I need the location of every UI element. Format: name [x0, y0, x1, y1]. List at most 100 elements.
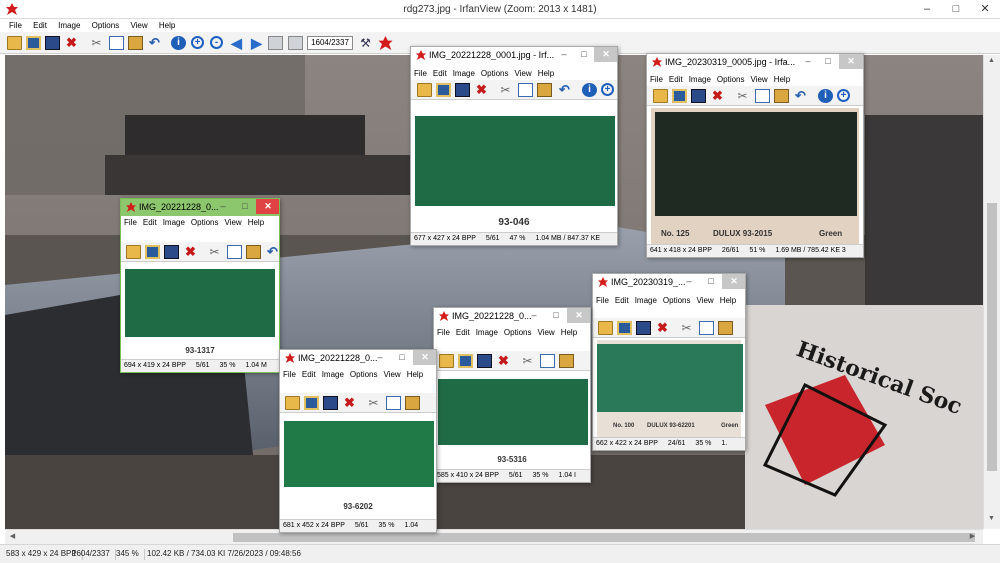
paste-icon[interactable]	[537, 83, 552, 97]
menu-file[interactable]: File	[414, 68, 427, 79]
menu-edit[interactable]: Edit	[433, 68, 447, 79]
slideshow-icon[interactable]	[145, 245, 160, 259]
cut-icon[interactable]: ✂	[520, 354, 535, 368]
copy-icon[interactable]	[227, 245, 242, 259]
menu-image[interactable]: Image	[322, 369, 344, 380]
undo-icon[interactable]: ↶	[793, 89, 808, 103]
slideshow-icon[interactable]	[26, 36, 41, 50]
copy-icon[interactable]	[699, 321, 714, 335]
paste-icon[interactable]	[405, 396, 420, 410]
delete-icon[interactable]: ✖	[183, 245, 198, 259]
menu-view[interactable]: View	[130, 19, 147, 32]
menu-edit[interactable]: Edit	[33, 19, 47, 32]
maximize-button[interactable]: □	[545, 308, 567, 323]
image-window[interactable]: IMG_20221228_0... – □ ✕ File Edit Image Opt…	[120, 198, 280, 373]
maximize-button[interactable]: □	[700, 274, 722, 289]
scroll-up-icon[interactable]: ▲	[984, 57, 999, 64]
menu-edit[interactable]: Edit	[302, 369, 316, 380]
menu-options[interactable]: Options	[663, 295, 691, 306]
cut-icon[interactable]: ✂	[207, 245, 222, 259]
open-folder-icon[interactable]	[7, 36, 22, 50]
menu-help[interactable]: Help	[561, 327, 577, 338]
menu-image[interactable]: Image	[689, 74, 711, 85]
menu-file[interactable]: File	[124, 217, 137, 228]
open-folder-icon[interactable]	[285, 396, 300, 410]
image-view[interactable]: No. 125 DULUX 93-2015 Green	[651, 108, 859, 244]
next-icon[interactable]: ▶	[249, 36, 264, 50]
menu-view[interactable]: View	[384, 369, 401, 380]
image-view[interactable]: 93-046	[415, 102, 615, 232]
cut-icon[interactable]: ✂	[366, 396, 381, 410]
menu-help[interactable]: Help	[159, 19, 175, 32]
open-folder-icon[interactable]	[126, 245, 141, 259]
minimize-button[interactable]: –	[797, 54, 819, 69]
vertical-scroll-thumb[interactable]	[987, 203, 997, 471]
maximize-button[interactable]: □	[573, 47, 595, 62]
scroll-right-icon[interactable]: ▶	[965, 532, 980, 540]
paste-icon[interactable]	[246, 245, 261, 259]
copy-icon[interactable]	[386, 396, 401, 410]
maximize-button[interactable]: □	[942, 0, 970, 18]
zoom-in-icon[interactable]: +	[837, 89, 850, 102]
slideshow-icon[interactable]	[304, 396, 319, 410]
delete-icon[interactable]: ✖	[64, 36, 79, 50]
open-folder-icon[interactable]	[439, 354, 454, 368]
minimize-button[interactable]: –	[553, 47, 575, 62]
menu-file[interactable]: File	[596, 295, 609, 306]
cut-icon[interactable]: ✂	[498, 83, 513, 97]
cut-icon[interactable]: ✂	[735, 89, 750, 103]
close-button[interactable]: ✕	[413, 350, 436, 365]
zoom-in-icon[interactable]: +	[191, 36, 204, 49]
menu-view[interactable]: View	[697, 295, 714, 306]
menu-edit[interactable]: Edit	[456, 327, 470, 338]
save-icon[interactable]	[691, 89, 706, 103]
undo-icon[interactable]: ↶	[147, 36, 162, 50]
paste-icon[interactable]	[128, 36, 143, 50]
menu-help[interactable]: Help	[774, 74, 790, 85]
previous-icon[interactable]: ◀	[229, 36, 244, 50]
maximize-button[interactable]: □	[391, 350, 413, 365]
menu-view[interactable]: View	[751, 74, 768, 85]
slideshow-icon[interactable]	[458, 354, 473, 368]
save-icon[interactable]	[477, 354, 492, 368]
open-folder-icon[interactable]	[598, 321, 613, 335]
settings-icon[interactable]: ⚒	[358, 36, 373, 50]
save-icon[interactable]	[45, 36, 60, 50]
image-window[interactable]: IMG_20230319_... – □ ✕ File Edit Image Opti…	[592, 273, 746, 451]
menu-view[interactable]: View	[225, 217, 242, 228]
close-button[interactable]: ✕	[256, 199, 279, 214]
minimize-button[interactable]: –	[523, 308, 545, 323]
menu-file[interactable]: File	[9, 19, 22, 32]
image-window[interactable]: IMG_20221228_0... – □ ✕ File Edit Image Opt…	[433, 307, 591, 483]
close-button[interactable]: ✕	[839, 54, 863, 69]
slideshow-icon[interactable]	[672, 89, 687, 103]
image-window[interactable]: IMG_20221228_0... – □ ✕ File Edit Image Opt…	[279, 349, 437, 533]
save-icon[interactable]	[455, 83, 470, 97]
paste-icon[interactable]	[718, 321, 733, 335]
slideshow-icon[interactable]	[617, 321, 632, 335]
menu-options[interactable]: Options	[481, 68, 509, 79]
delete-icon[interactable]: ✖	[655, 321, 670, 335]
zoom-in-icon[interactable]: +	[601, 83, 614, 96]
undo-icon[interactable]: ↶	[265, 245, 279, 259]
delete-icon[interactable]: ✖	[710, 89, 725, 103]
menu-image[interactable]: Image	[635, 295, 657, 306]
menu-edit[interactable]: Edit	[669, 74, 683, 85]
minimize-button[interactable]: –	[678, 274, 700, 289]
copy-icon[interactable]	[540, 354, 555, 368]
menu-view[interactable]: View	[515, 68, 532, 79]
image-view[interactable]: 93-6202	[284, 415, 434, 519]
save-icon[interactable]	[164, 245, 179, 259]
last-page-icon[interactable]	[288, 36, 303, 50]
open-folder-icon[interactable]	[417, 83, 432, 97]
paste-icon[interactable]	[559, 354, 574, 368]
menu-file[interactable]: File	[650, 74, 663, 85]
save-icon[interactable]	[636, 321, 651, 335]
menu-options[interactable]: Options	[92, 19, 120, 32]
cut-icon[interactable]: ✂	[89, 36, 104, 50]
paste-icon[interactable]	[774, 89, 789, 103]
menu-file[interactable]: File	[283, 369, 296, 380]
minimize-button[interactable]: –	[369, 350, 391, 365]
image-view[interactable]: 93-5316	[438, 373, 588, 469]
image-view[interactable]: No. 100 DULUX 93-62201 Green	[597, 340, 743, 437]
